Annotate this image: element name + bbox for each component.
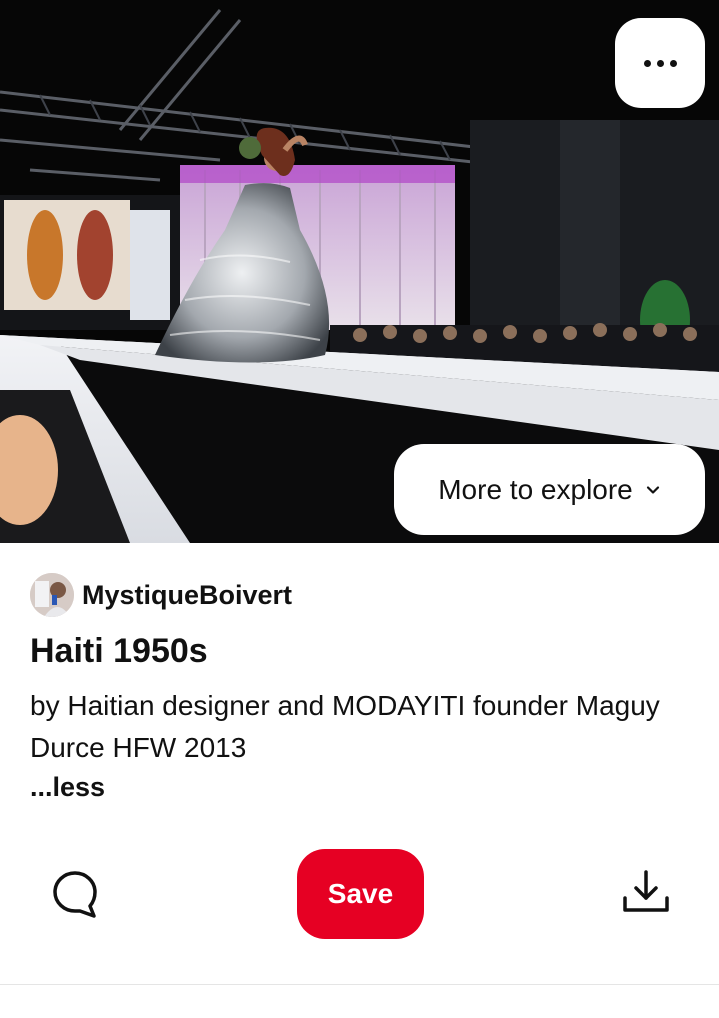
comment-icon bbox=[53, 871, 97, 918]
save-button[interactable]: Save bbox=[297, 849, 424, 939]
download-icon bbox=[623, 870, 669, 912]
ellipsis-icon bbox=[643, 59, 677, 67]
pin-description: by Haitian designer and MODAYITI founder… bbox=[30, 690, 660, 763]
chevron-down-icon bbox=[646, 485, 659, 494]
show-less-link[interactable]: ...less bbox=[30, 772, 105, 803]
download-button[interactable] bbox=[620, 866, 672, 918]
creator-row[interactable]: MystiqueBoivert bbox=[30, 572, 292, 618]
more-to-explore-button[interactable]: More to explore bbox=[394, 444, 705, 535]
creator-name[interactable]: MystiqueBoivert bbox=[82, 580, 292, 611]
comment-button[interactable] bbox=[50, 868, 100, 920]
more-options-button[interactable] bbox=[615, 18, 705, 108]
pin-title: Haiti 1950s bbox=[30, 632, 208, 670]
more-to-explore-label: More to explore bbox=[438, 473, 633, 505]
avatar-photo bbox=[30, 573, 74, 617]
avatar[interactable] bbox=[30, 573, 74, 617]
bottom-divider bbox=[0, 984, 719, 985]
